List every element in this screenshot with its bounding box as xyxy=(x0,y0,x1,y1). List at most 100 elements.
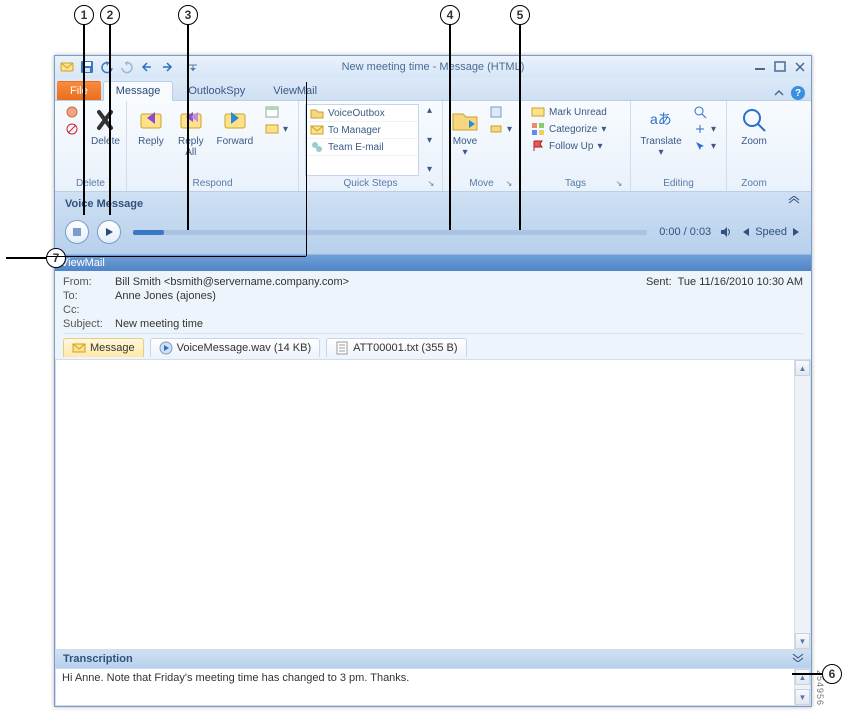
callout-5: 5 xyxy=(510,5,530,25)
callout-6: 6 xyxy=(822,664,842,684)
voice-message-collapse-button[interactable] xyxy=(787,196,801,206)
tags-dialog-launcher[interactable]: ↘ xyxy=(614,179,624,189)
minimize-ribbon-button[interactable] xyxy=(773,88,785,98)
volume-button[interactable] xyxy=(719,225,733,239)
qs-up-button[interactable]: ▴ xyxy=(423,104,436,117)
select-button[interactable]: ▾ xyxy=(689,138,720,154)
rules-icon xyxy=(489,105,503,119)
ribbon-tabs: File Message OutlookSpy ViewMail ? xyxy=(55,78,811,100)
scroll-down-button[interactable]: ▼ xyxy=(795,633,810,649)
trans-scroll-down-button[interactable]: ▼ xyxy=(795,689,810,705)
transcription-text: Hi Anne. Note that Friday's meeting time… xyxy=(62,672,409,684)
group-tags-label: Tags ↘ xyxy=(527,176,624,189)
to-value: Anne Jones (ajones) xyxy=(115,290,216,302)
mail-icon xyxy=(72,341,86,355)
quicksteps-dialog-launcher[interactable]: ↘ xyxy=(426,179,436,189)
stop-button[interactable] xyxy=(65,220,89,244)
attachment-tab-txt[interactable]: ATT00001.txt (355 B) xyxy=(326,338,466,357)
speed-control[interactable]: Speed xyxy=(741,226,801,238)
scroll-up-button[interactable]: ▲ xyxy=(795,360,810,376)
speed-prev-icon xyxy=(741,227,751,237)
meeting-button[interactable] xyxy=(261,104,292,120)
related-icon xyxy=(693,122,707,136)
maximize-button[interactable] xyxy=(773,61,787,73)
reply-button[interactable]: Reply xyxy=(133,104,169,149)
viewmail-section-header: ViewMail xyxy=(55,255,811,271)
redo-button[interactable] xyxy=(119,59,135,75)
playback-progress[interactable] xyxy=(133,230,647,235)
callout-7: 7 xyxy=(46,248,66,268)
follow-up-button[interactable]: Follow Up ▾ xyxy=(527,138,611,154)
select-icon xyxy=(693,139,707,153)
help-button[interactable]: ? xyxy=(791,86,805,100)
qs-more-button[interactable]: ▾ xyxy=(423,163,436,176)
callout-2: 2 xyxy=(100,5,120,25)
message-body: ▲ ▼ xyxy=(55,360,811,650)
group-zoom-label: Zoom xyxy=(733,176,775,189)
qs-team-email[interactable]: Team E-mail xyxy=(306,139,418,156)
group-respond-label: Respond xyxy=(133,176,292,189)
forward-button[interactable]: Forward xyxy=(213,104,257,149)
close-button[interactable] xyxy=(793,61,807,73)
categorize-button[interactable]: Categorize ▾ xyxy=(527,121,611,137)
body-scrollbar[interactable]: ▲ ▼ xyxy=(794,360,810,649)
translate-button[interactable]: aあ Translate ▾ xyxy=(637,104,685,160)
meeting-icon xyxy=(265,105,279,119)
from-label: From: xyxy=(63,276,115,288)
reply-icon xyxy=(137,106,165,134)
zoom-icon xyxy=(740,106,768,134)
more-respond-button[interactable]: ▾ xyxy=(261,121,292,137)
subject-label: Subject: xyxy=(63,318,115,330)
callout-4: 4 xyxy=(440,5,460,25)
group-editing-label: Editing xyxy=(637,176,720,189)
voice-message-panel: Voice Message 0:00 / 0:03 Speed xyxy=(55,192,811,255)
tab-viewmail[interactable]: ViewMail xyxy=(260,81,330,100)
find-button[interactable] xyxy=(689,104,720,120)
speed-label: Speed xyxy=(755,226,787,238)
transcription-collapse-button[interactable] xyxy=(791,652,805,662)
mark-unread-icon xyxy=(531,105,545,119)
sent-value: Tue 11/16/2010 10:30 AM xyxy=(678,276,803,288)
qs-down-button[interactable]: ▾ xyxy=(423,134,436,147)
qs-to-manager[interactable]: To Manager xyxy=(306,122,418,139)
titlebar: New meeting time - Message (HTML) xyxy=(55,56,811,78)
minimize-button[interactable] xyxy=(753,61,767,73)
cc-label: Cc: xyxy=(63,304,115,316)
audio-file-icon xyxy=(159,341,173,355)
related-button[interactable]: ▾ xyxy=(689,121,720,137)
mark-unread-button[interactable]: Mark Unread xyxy=(527,104,611,120)
transcription-body: Hi Anne. Note that Friday's meeting time… xyxy=(55,668,811,706)
forward-icon xyxy=(221,106,249,134)
folder-icon xyxy=(310,106,324,120)
message-window: New meeting time - Message (HTML) File M… xyxy=(54,55,812,707)
sent-label: Sent: xyxy=(646,276,672,288)
ribbon: Delete Delete Reply Reply All Forward xyxy=(55,100,811,192)
mail-icon xyxy=(59,59,75,75)
svg-text:aあ: aあ xyxy=(650,111,672,127)
group-quicksteps-label: Quick Steps ↘ xyxy=(305,176,436,189)
play-button[interactable] xyxy=(97,220,121,244)
playback-progress-fill xyxy=(133,230,164,235)
attachment-tab-voicewav[interactable]: VoiceMessage.wav (14 KB) xyxy=(150,338,321,357)
callout-3: 3 xyxy=(178,5,198,25)
from-value: Bill Smith <bsmith@servername.company.co… xyxy=(115,276,349,288)
message-headers: From: Bill Smith <bsmith@servername.comp… xyxy=(55,271,811,360)
playback-time: 0:00 / 0:03 xyxy=(659,226,711,238)
to-label: To: xyxy=(63,290,115,302)
more-respond-icon xyxy=(265,122,279,136)
flag-icon xyxy=(531,139,545,153)
team-email-icon xyxy=(310,140,324,154)
volume-icon xyxy=(719,225,733,239)
qs-voiceoutbox[interactable]: VoiceOutbox xyxy=(306,105,418,122)
categorize-icon xyxy=(531,122,545,136)
next-item-button[interactable] xyxy=(159,59,175,75)
to-manager-icon xyxy=(310,123,324,137)
prev-item-button[interactable] xyxy=(139,59,155,75)
attachment-tab-message[interactable]: Message xyxy=(63,338,144,357)
speed-next-icon xyxy=(791,227,801,237)
find-icon xyxy=(693,105,707,119)
callout-1: 1 xyxy=(74,5,94,25)
attachment-tabs: Message VoiceMessage.wav (14 KB) ATT0000… xyxy=(63,333,803,357)
quick-steps-gallery[interactable]: VoiceOutbox To Manager Team E-mail xyxy=(305,104,419,176)
zoom-button[interactable]: Zoom xyxy=(733,104,775,149)
